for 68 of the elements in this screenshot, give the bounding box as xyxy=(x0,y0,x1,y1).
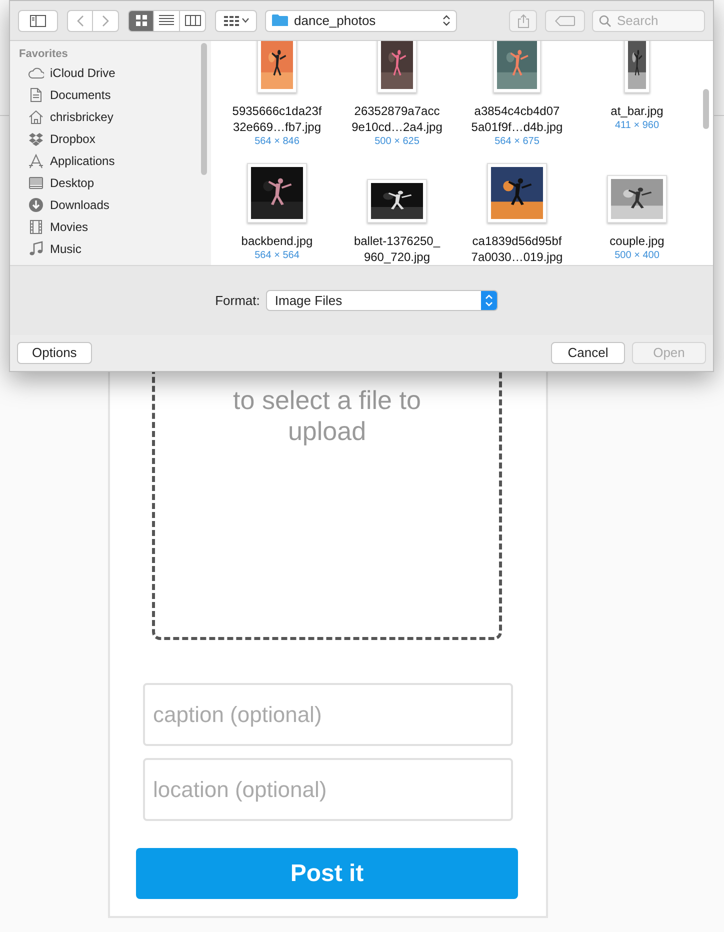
document-icon xyxy=(28,87,44,103)
file-name: backbend.jpg xyxy=(241,233,313,249)
image-dimensions: 564 × 564 xyxy=(254,249,300,263)
folder-icon xyxy=(272,14,288,27)
sidebar-item[interactable]: Downloads xyxy=(50,196,110,214)
download-icon xyxy=(28,197,44,213)
search-field[interactable]: Search xyxy=(592,10,705,32)
sidebar-item[interactable]: Music xyxy=(50,240,82,258)
sidebar-item[interactable]: iCloud Drive xyxy=(50,64,116,82)
dialog-button[interactable]: Cancel xyxy=(551,342,625,364)
house-icon xyxy=(28,109,44,125)
file-name: 5935666c1da23f 32e669…fb7.jpg xyxy=(232,103,322,135)
sidebar-item[interactable]: Movies xyxy=(50,218,88,236)
icon-view-icon xyxy=(136,15,146,26)
sidebar-item[interactable]: Dropbox xyxy=(50,130,96,148)
location-field[interactable]: location (optional) xyxy=(143,758,513,821)
image-dimensions: 411 × 960 xyxy=(614,119,660,133)
location-popup[interactable]: dance_photos xyxy=(265,10,457,32)
file-name: 26352879a7acc 9e10cd…2a4.jpg xyxy=(352,103,442,135)
cloud-icon xyxy=(28,65,44,81)
thumbnail[interactable] xyxy=(493,41,541,93)
arrange-button[interactable] xyxy=(215,10,257,32)
column-view-icon xyxy=(184,15,200,26)
format-label: Format: xyxy=(215,292,260,310)
thumbnail[interactable] xyxy=(247,163,307,223)
caption-field[interactable]: caption (optional) xyxy=(143,683,513,746)
grid-icon xyxy=(224,16,238,26)
thumbnail[interactable] xyxy=(367,179,427,223)
view-mode-button[interactable] xyxy=(154,10,180,32)
sidebar-item[interactable]: Applications xyxy=(50,152,115,170)
up-down-arrows-icon xyxy=(480,291,497,310)
caret-icon xyxy=(242,18,248,23)
share-icon xyxy=(518,14,528,28)
image-dimensions: 500 × 400 xyxy=(614,249,660,263)
box-icon xyxy=(28,131,44,147)
sidebar-item[interactable]: Documents xyxy=(50,86,111,104)
thumbnail[interactable] xyxy=(607,175,667,223)
image-dimensions: 564 × 846 xyxy=(254,135,300,149)
image-dimensions: 500 × 625 xyxy=(374,135,420,149)
chevron-left-icon xyxy=(76,14,84,26)
image-dimensions: 564 × 675 xyxy=(494,135,540,149)
sidebar-toggle-button[interactable] xyxy=(18,10,58,32)
drop-instructions: to select a file to upload xyxy=(232,385,422,447)
file-name: a3854c4cb4d07 5a01f9f…d4b.jpg xyxy=(471,103,563,135)
chevron-right-icon xyxy=(102,14,110,26)
file-name: at_bar.jpg xyxy=(610,103,664,119)
dialog-button[interactable]: Options xyxy=(17,342,92,364)
thumbnail[interactable] xyxy=(487,163,547,223)
film-icon xyxy=(28,219,44,235)
list-view-icon xyxy=(159,15,174,26)
file-name: ballet-1376250_ 960_720.jpg xyxy=(354,233,440,265)
tag-icon xyxy=(555,16,575,26)
thumbnail[interactable] xyxy=(377,41,417,93)
thumbnail[interactable] xyxy=(257,41,297,93)
up-down-arrows-icon xyxy=(443,15,450,26)
view-mode-button[interactable] xyxy=(128,10,154,32)
sidebar-icon xyxy=(30,14,46,26)
format-popup[interactable]: Image Files xyxy=(266,290,498,311)
monitor-icon xyxy=(28,175,44,191)
sidebar-item[interactable]: Desktop xyxy=(50,174,94,192)
music-note-icon xyxy=(28,241,44,257)
view-mode-button[interactable] xyxy=(180,10,206,32)
file-name: couple.jpg xyxy=(610,233,664,249)
sidebar-item[interactable]: chrisbrickey xyxy=(50,108,114,126)
scrollbar-thumb xyxy=(703,89,709,129)
search-icon xyxy=(599,14,611,26)
sidebar-heading: Favorites xyxy=(19,47,69,62)
thumbnail[interactable] xyxy=(624,41,650,93)
